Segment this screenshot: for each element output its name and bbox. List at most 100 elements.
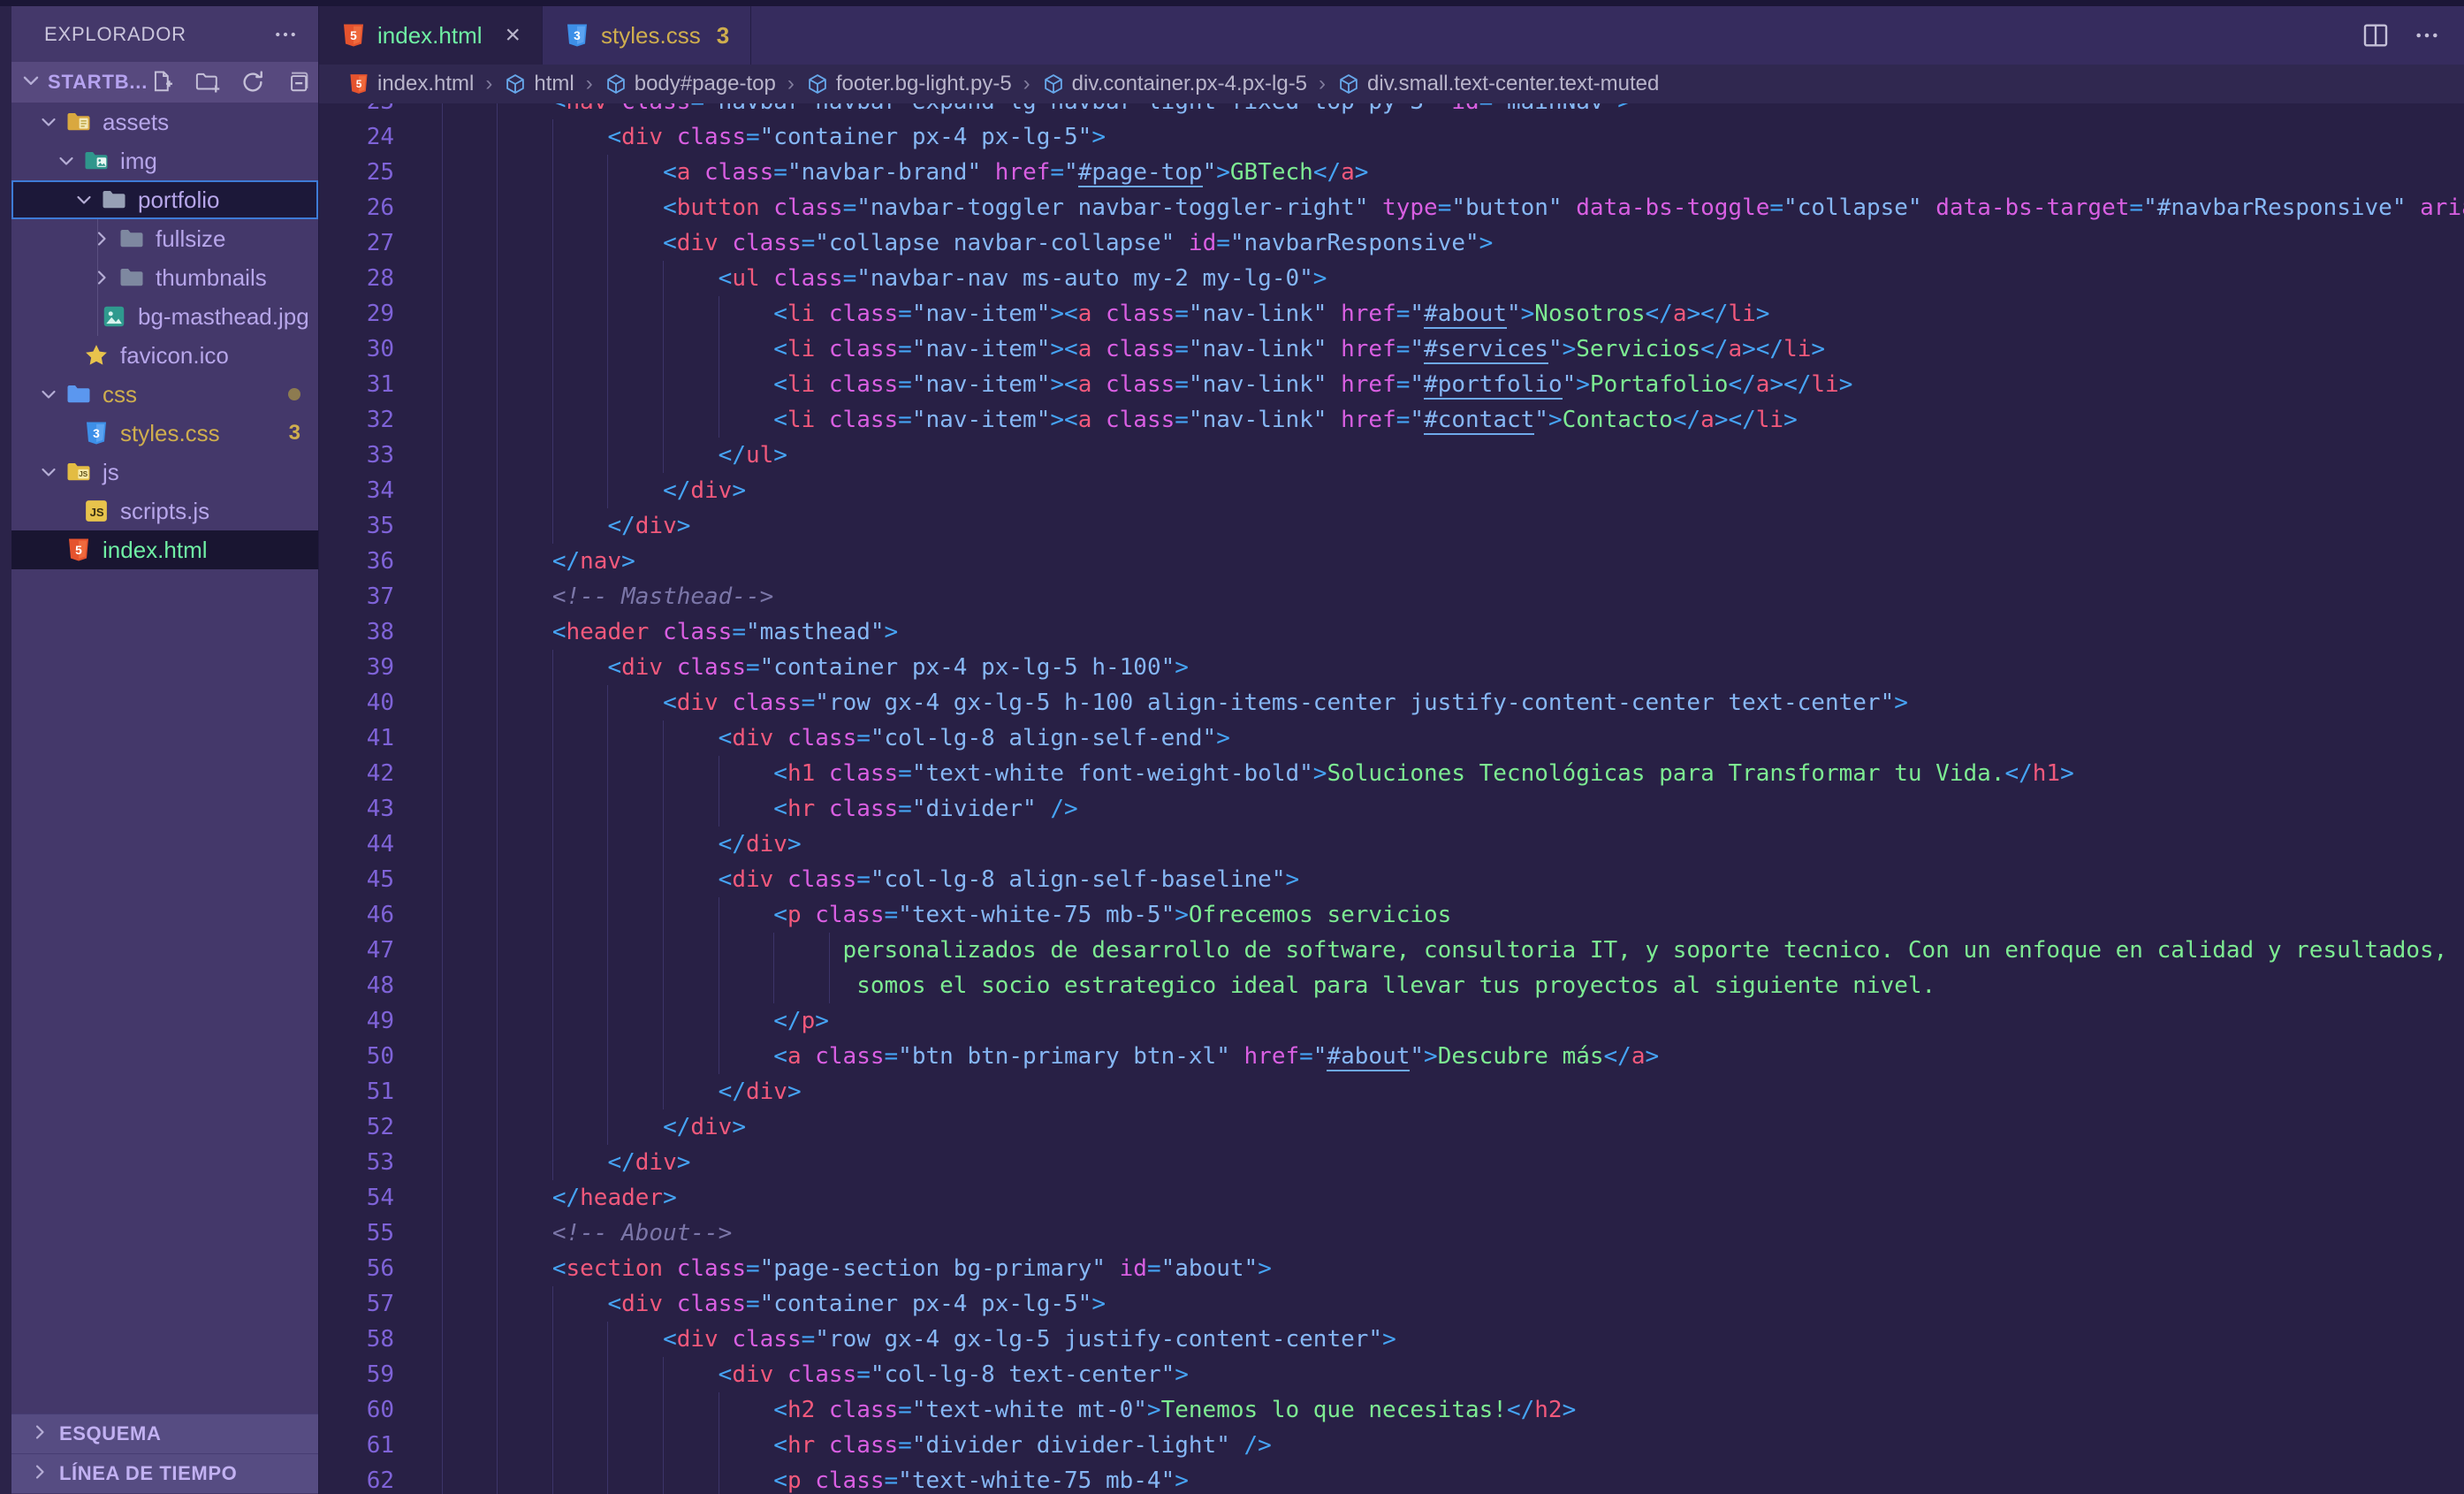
- code-line-51[interactable]: 51</div>: [319, 1074, 2464, 1109]
- code-line-55[interactable]: 55<!-- About-->: [319, 1216, 2464, 1251]
- code-line-52[interactable]: 52</div>: [319, 1109, 2464, 1145]
- panel-header-esquema[interactable]: ESQUEMA: [11, 1414, 318, 1453]
- code-line-40[interactable]: 40<div class="row gx-4 gx-lg-5 h-100 ali…: [319, 685, 2464, 720]
- line-number[interactable]: 44: [319, 827, 394, 862]
- code-line-24[interactable]: 24<div class="container px-4 px-lg-5">: [319, 119, 2464, 155]
- more-actions-icon[interactable]: [272, 21, 299, 48]
- code-line-57[interactable]: 57<div class="container px-4 px-lg-5">: [319, 1286, 2464, 1322]
- code-line-32[interactable]: 32<li class="nav-item"><a class="nav-lin…: [319, 402, 2464, 438]
- code-line-33[interactable]: 33</ul>: [319, 438, 2464, 473]
- code-editor[interactable]: 23<nav class="navbar navbar-expand-lg na…: [319, 103, 2464, 1494]
- line-number[interactable]: 23: [319, 103, 394, 119]
- code-line-26[interactable]: 26<button class="navbar-toggler navbar-t…: [319, 190, 2464, 225]
- tree-item-css[interactable]: css: [11, 375, 318, 414]
- code-line-39[interactable]: 39<div class="container px-4 px-lg-5 h-1…: [319, 650, 2464, 685]
- tree-item-fullsize[interactable]: fullsize: [11, 219, 318, 258]
- code-line-31[interactable]: 31<li class="nav-item"><a class="nav-lin…: [319, 367, 2464, 402]
- line-number[interactable]: 42: [319, 756, 394, 791]
- new-file-icon[interactable]: [148, 67, 178, 97]
- line-number[interactable]: 30: [319, 332, 394, 367]
- tree-item-portfolio[interactable]: portfolio: [11, 180, 318, 219]
- close-icon[interactable]: ×: [506, 22, 521, 49]
- code-line-38[interactable]: 38<header class="masthead">: [319, 614, 2464, 650]
- code-line-34[interactable]: 34</div>: [319, 473, 2464, 508]
- line-number[interactable]: 34: [319, 473, 394, 508]
- code-line-41[interactable]: 41<div class="col-lg-8 align-self-end">: [319, 720, 2464, 756]
- tree-item-assets[interactable]: assets: [11, 103, 318, 141]
- line-number[interactable]: 31: [319, 367, 394, 402]
- line-number[interactable]: 40: [319, 685, 394, 720]
- line-number[interactable]: 25: [319, 155, 394, 190]
- chevron-down-icon[interactable]: [34, 461, 64, 483]
- collapse-all-icon[interactable]: [283, 67, 313, 97]
- line-number[interactable]: 28: [319, 261, 394, 296]
- code-line-30[interactable]: 30<li class="nav-item"><a class="nav-lin…: [319, 332, 2464, 367]
- code-line-60[interactable]: 60<h2 class="text-white mt-0">Tenemos lo…: [319, 1392, 2464, 1428]
- code-line-48[interactable]: 48somos el socio estrategico ideal para …: [319, 968, 2464, 1003]
- tree-item-scripts-js[interactable]: JSscripts.js: [11, 492, 318, 530]
- line-number[interactable]: 58: [319, 1322, 394, 1357]
- line-number[interactable]: 24: [319, 119, 394, 155]
- code-line-23[interactable]: 23<nav class="navbar navbar-expand-lg na…: [319, 103, 2464, 119]
- code-line-44[interactable]: 44</div>: [319, 827, 2464, 862]
- line-number[interactable]: 50: [319, 1039, 394, 1074]
- tree-item-favicon-ico[interactable]: favicon.ico: [11, 336, 318, 375]
- breadcrumb-item[interactable]: div.container.px-4.px-lg-5: [1042, 72, 1307, 96]
- panel-header-l-nea-de-tiempo[interactable]: LÍNEA DE TIEMPO: [11, 1453, 318, 1493]
- line-number[interactable]: 33: [319, 438, 394, 473]
- code-line-49[interactable]: 49</p>: [319, 1003, 2464, 1039]
- line-number[interactable]: 56: [319, 1251, 394, 1286]
- code-line-61[interactable]: 61<hr class="divider divider-light" />: [319, 1428, 2464, 1463]
- line-number[interactable]: 39: [319, 650, 394, 685]
- code-line-42[interactable]: 42<h1 class="text-white font-weight-bold…: [319, 756, 2464, 791]
- tree-item-js[interactable]: JSjs: [11, 453, 318, 492]
- line-number[interactable]: 51: [319, 1074, 394, 1109]
- tab-styles-css[interactable]: 3styles.css3: [543, 6, 751, 65]
- line-number[interactable]: 61: [319, 1428, 394, 1463]
- breadcrumb-item[interactable]: html: [504, 72, 574, 96]
- line-number[interactable]: 49: [319, 1003, 394, 1039]
- code-line-58[interactable]: 58<div class="row gx-4 gx-lg-5 justify-c…: [319, 1322, 2464, 1357]
- tree-item-img[interactable]: img: [11, 141, 318, 180]
- breadcrumb-item[interactable]: footer.bg-light.py-5: [806, 72, 1012, 96]
- code-line-47[interactable]: 47personalizados de desarrollo de softwa…: [319, 933, 2464, 968]
- line-number[interactable]: 36: [319, 544, 394, 579]
- code-line-59[interactable]: 59<div class="col-lg-8 text-center">: [319, 1357, 2464, 1392]
- line-number[interactable]: 29: [319, 296, 394, 332]
- breadcrumb-item[interactable]: div.small.text-center.text-muted: [1337, 72, 1659, 96]
- line-number[interactable]: 62: [319, 1463, 394, 1494]
- code-line-45[interactable]: 45<div class="col-lg-8 align-self-baseli…: [319, 862, 2464, 897]
- line-number[interactable]: 37: [319, 579, 394, 614]
- code-line-56[interactable]: 56<section class="page-section bg-primar…: [319, 1251, 2464, 1286]
- line-number[interactable]: 26: [319, 190, 394, 225]
- line-number[interactable]: 46: [319, 897, 394, 933]
- line-number[interactable]: 47: [319, 933, 394, 968]
- chevron-down-icon[interactable]: [34, 111, 64, 133]
- line-number[interactable]: 48: [319, 968, 394, 1003]
- code-line-50[interactable]: 50<a class="btn btn-primary btn-xl" href…: [319, 1039, 2464, 1074]
- chevron-down-icon[interactable]: [34, 384, 64, 405]
- line-number[interactable]: 55: [319, 1216, 394, 1251]
- breadcrumb-item[interactable]: 5index.html: [347, 72, 474, 96]
- chevron-down-icon[interactable]: [69, 189, 99, 210]
- line-number[interactable]: 27: [319, 225, 394, 261]
- line-number[interactable]: 52: [319, 1109, 394, 1145]
- line-number[interactable]: 59: [319, 1357, 394, 1392]
- line-number[interactable]: 32: [319, 402, 394, 438]
- line-number[interactable]: 38: [319, 614, 394, 650]
- code-line-62[interactable]: 62<p class="text-white-75 mb-4">: [319, 1463, 2464, 1494]
- line-number[interactable]: 43: [319, 791, 394, 827]
- line-number[interactable]: 41: [319, 720, 394, 756]
- code-line-37[interactable]: 37<!-- Masthead-->: [319, 579, 2464, 614]
- chevron-right-icon[interactable]: [87, 228, 117, 249]
- line-number[interactable]: 45: [319, 862, 394, 897]
- code-line-46[interactable]: 46<p class="text-white-75 mb-5">Ofrecemo…: [319, 897, 2464, 933]
- code-line-36[interactable]: 36</nav>: [319, 544, 2464, 579]
- line-number[interactable]: 57: [319, 1286, 394, 1322]
- code-line-25[interactable]: 25<a class="navbar-brand" href="#page-to…: [319, 155, 2464, 190]
- chevron-down-icon[interactable]: [51, 150, 81, 172]
- line-number[interactable]: 60: [319, 1392, 394, 1428]
- code-line-29[interactable]: 29<li class="nav-item"><a class="nav-lin…: [319, 296, 2464, 332]
- breadcrumb-item[interactable]: body#page-top: [605, 72, 776, 96]
- more-actions-icon[interactable]: [2413, 21, 2441, 50]
